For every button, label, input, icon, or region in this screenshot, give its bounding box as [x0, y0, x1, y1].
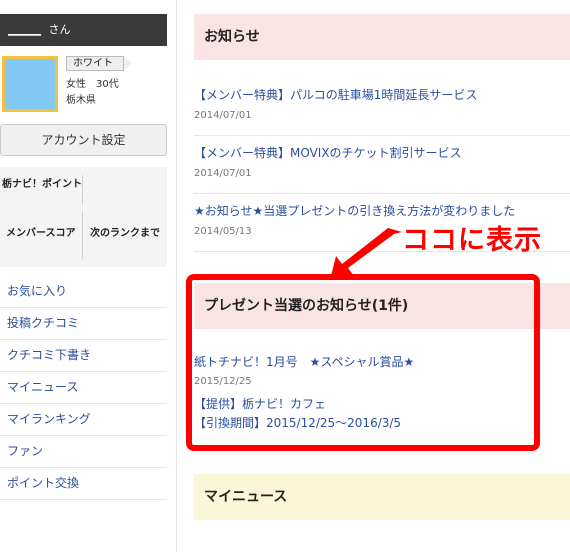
sidebar-item-posted-reviews[interactable]: 投稿クチコミ: [0, 308, 167, 340]
news-item: 【メンバー特典】パルコの駐車場1時間延長サービス 2014/07/01: [194, 78, 570, 136]
notices-header: お知らせ: [194, 14, 570, 60]
column-divider: [176, 0, 177, 552]
stats-divider: [82, 211, 83, 259]
news-title-link[interactable]: ★お知らせ★当選プレゼントの引き換え方法が変わりました: [194, 202, 515, 219]
member-score-label: メンバースコア: [6, 228, 76, 239]
user-suffix: さん: [48, 23, 71, 36]
sidebar-item-favorites[interactable]: お気に入り: [0, 276, 167, 308]
sidebar-nav: お気に入り 投稿クチコミ クチコミ下書き マイニュース マイランキング ファン …: [0, 276, 167, 500]
next-rank-label: 次のランクまで: [90, 228, 160, 239]
news-item: 【メンバー特典】MOVIXのチケット割引サービス 2014/07/01: [194, 136, 570, 194]
news-date: 2014/05/13: [194, 226, 252, 237]
avatar: [2, 56, 58, 112]
gender-age: 女性 30代: [66, 79, 119, 90]
sidebar-item-my-news[interactable]: マイニュース: [0, 372, 167, 404]
highlight-frame: [186, 274, 540, 451]
sidebar-item-fans[interactable]: ファン: [0, 436, 167, 468]
stats-divider: [82, 175, 83, 205]
news-title-link[interactable]: 【メンバー特典】パルコの駐車場1時間延長サービス: [194, 86, 477, 103]
sidebar-item-review-drafts[interactable]: クチコミ下書き: [0, 340, 167, 372]
mynews-header: マイニュース: [194, 474, 570, 520]
user-bar: ______ さん: [0, 14, 167, 46]
sidebar-item-my-ranking[interactable]: マイランキング: [0, 404, 167, 436]
user-name-link[interactable]: ______: [8, 23, 41, 36]
news-date: 2014/07/01: [194, 168, 252, 179]
prefecture: 栃木県: [66, 95, 96, 106]
callout-arrow-icon: [330, 228, 402, 280]
news-title-link[interactable]: 【メンバー特典】MOVIXのチケット割引サービス: [194, 144, 462, 161]
sidebar: ______ さん ホワイト 女性 30代 栃木県 アカウント設定 栃ナビ！ポイ…: [0, 0, 167, 552]
stats-panel: 栃ナビ！ポイント メンバースコア 次のランクまで: [0, 167, 167, 267]
rank-badge: ホワイト: [66, 56, 132, 71]
sidebar-item-point-exchange[interactable]: ポイント交換: [0, 468, 167, 500]
point-label: 栃ナビ！ポイント: [2, 179, 82, 190]
news-date: 2014/07/01: [194, 110, 252, 121]
account-settings-button[interactable]: アカウント設定: [0, 124, 167, 156]
callout-label: ココに表示: [402, 225, 542, 256]
